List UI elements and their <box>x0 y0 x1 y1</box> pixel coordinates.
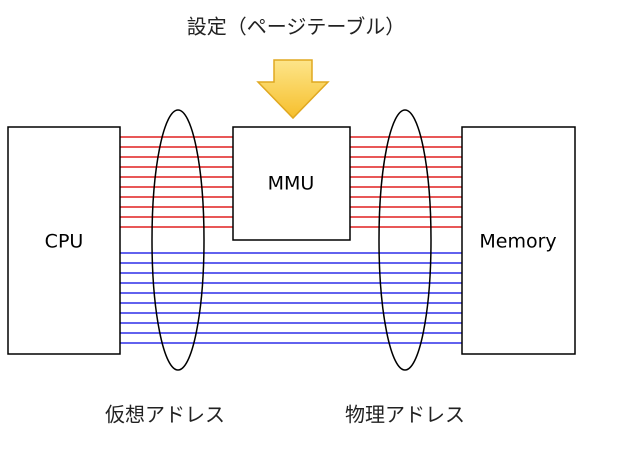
page-table-title: 設定（ページテーブル） <box>187 15 405 39</box>
physical-bus <box>120 252 462 344</box>
mmu-label: MMU <box>268 173 315 195</box>
virtual-bus-left <box>120 136 233 228</box>
mmu-diagram: 設定（ページテーブル） CPU MMU Memory 仮想アドレス 物理アドレス <box>7 15 576 427</box>
cpu-label: CPU <box>45 231 84 253</box>
cpu-box: CPU <box>7 126 121 355</box>
virtual-address-ellipse <box>151 109 205 371</box>
memory-label: Memory <box>479 231 556 253</box>
physical-address-ellipse <box>378 109 432 371</box>
memory-box: Memory <box>461 126 576 355</box>
virtual-bus-right <box>350 136 462 228</box>
virtual-address-caption: 仮想アドレス <box>105 403 225 427</box>
physical-address-caption: 物理アドレス <box>345 403 465 427</box>
mmu-box: MMU <box>232 126 351 241</box>
down-arrow-icon <box>256 59 330 120</box>
